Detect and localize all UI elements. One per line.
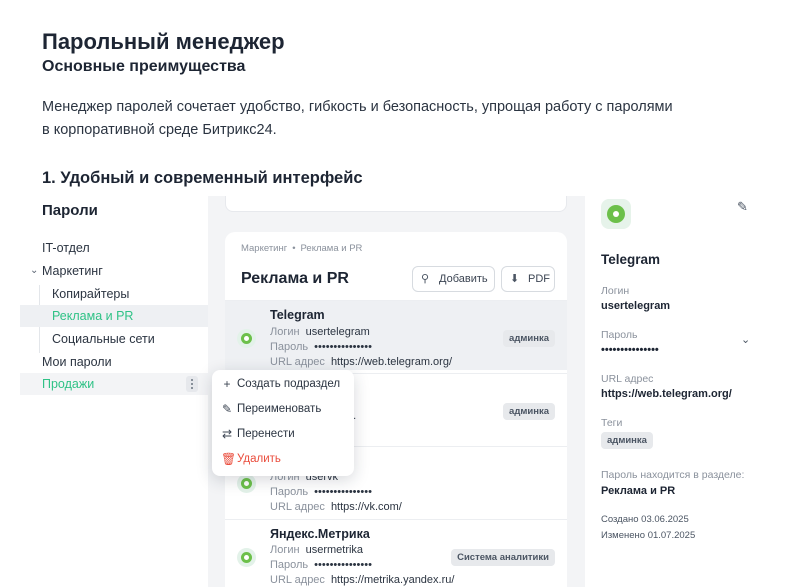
show-password-icon[interactable]: ⌄ [741, 333, 750, 346]
move-icon: ⇄ [221, 427, 233, 441]
details-login[interactable]: usertelegram [601, 300, 670, 312]
sidebar-item-label: Маркетинг [42, 264, 103, 278]
tag-badge: админка [601, 432, 653, 449]
lead-paragraph: Менеджер паролей сочетает удобство, гибк… [42, 99, 673, 138]
key-icon: ⚲ [421, 273, 430, 285]
details-section: Реклама и PR [601, 485, 676, 497]
details-section-label: Пароль находится в разделе: [601, 469, 745, 481]
sidebar-item-social[interactable]: Социальные сети [20, 328, 208, 350]
entry-url-row: URL адрес https://web.telegram.org/ [270, 356, 452, 368]
details-modified: Изменено 01.07.2025 [601, 530, 696, 541]
password-manager-screenshot: Пароли IT-отдел ⌄ Маркетинг Копирайтеры … [20, 196, 772, 587]
entry-login: usermetrika [305, 544, 364, 556]
entry-login-row: Логин usertelegram [270, 326, 370, 338]
password-avatar-icon [237, 548, 256, 567]
menu-item-create-subfolder[interactable]: + Создать подраздел [212, 372, 354, 397]
menu-item-label: Перенести [237, 428, 295, 440]
chevron-down-icon[interactable]: ⌄ [30, 260, 38, 282]
breadcrumb-separator: • [292, 243, 296, 254]
password-avatar-icon [601, 199, 631, 229]
pdf-button[interactable]: ⬇ PDF [501, 266, 555, 292]
pencil-icon: ✎ [221, 402, 233, 416]
sidebar-item-label: Реклама и PR [52, 309, 134, 323]
tag-badge: админка [503, 330, 555, 347]
breadcrumb: Маркетинг • Реклама и PR [241, 243, 362, 254]
download-icon: ⬇ [510, 273, 520, 285]
entry-password-row: Пароль ••••••••••••••• [270, 559, 372, 571]
plus-icon: + [223, 377, 231, 391]
field-label: URL адрес [270, 356, 325, 368]
sidebar-item-label: Мои пароли [42, 355, 112, 369]
add-button-label: Добавить [439, 273, 488, 285]
kebab-menu-icon[interactable] [186, 376, 198, 392]
password-avatar-icon [237, 329, 256, 348]
sidebar-item-label: Социальные сети [52, 332, 155, 346]
details-created: Создано 03.06.2025 [601, 514, 689, 525]
field-label: Логин [270, 544, 300, 556]
entry-url[interactable]: https://metrika.yandex.ru/ [331, 574, 455, 586]
breadcrumb-item[interactable]: Реклама и PR [301, 243, 363, 254]
entry-url[interactable]: https://web.telegram.org/ [331, 356, 452, 368]
sidebar-item-marketing[interactable]: ⌄ Маркетинг [20, 260, 208, 282]
context-menu: + Создать подраздел ✎ Переименовать ⇄ Пе… [212, 370, 354, 476]
field-label: Пароль [270, 486, 309, 498]
breadcrumb-item[interactable]: Маркетинг [241, 243, 287, 254]
menu-item-move[interactable]: ⇄ Перенести [212, 422, 354, 447]
password-entry[interactable]: Telegram Логин usertelegram Пароль •••••••… [225, 300, 567, 370]
entry-url-row: URL адрес https://vk.com/ [270, 501, 402, 513]
sidebar-item-label: Копирайтеры [52, 287, 130, 301]
details-url[interactable]: https://web.telegram.org/ [601, 388, 732, 400]
entry-password-row: Пароль ••••••••••••••• [270, 486, 372, 498]
menu-item-label: Создать подраздел [237, 378, 341, 390]
page-subtitle: Основные преимущества [42, 58, 246, 75]
details-url-label: URL адрес [601, 373, 654, 385]
details-name: Telegram [601, 252, 661, 267]
tag-badge: админка [503, 403, 555, 420]
tag-badge: Система аналитики [451, 549, 555, 566]
entry-login: usertelegram [305, 326, 370, 338]
page-title: Парольный менеджер [42, 29, 285, 54]
entry-password: ••••••••••••••• [314, 486, 372, 498]
sidebar-item-it[interactable]: IT-отдел [20, 237, 208, 259]
add-button[interactable]: ⚲ Добавить [412, 266, 495, 292]
sidebar-item-label: Продажи [42, 377, 95, 391]
password-avatar-icon [237, 474, 256, 493]
entry-password: ••••••••••••••• [314, 559, 372, 571]
pdf-button-label: PDF [528, 273, 550, 285]
trash-icon: 🗑 [221, 452, 237, 466]
entry-password: ••••••••••••••• [314, 341, 372, 353]
field-label: URL адрес [270, 574, 325, 586]
field-label: Пароль [270, 341, 309, 353]
sidebar: Пароли IT-отдел ⌄ Маркетинг Копирайтеры … [20, 196, 208, 587]
entry-url-row: URL адрес https://metrika.yandex.ru/ [270, 574, 454, 586]
details-password[interactable]: ••••••••••••••• [601, 344, 659, 356]
menu-item-label: Удалить [237, 453, 281, 465]
field-label: Логин [270, 326, 300, 338]
entry-url[interactable]: https://vk.com/ [331, 501, 402, 513]
password-entry[interactable]: Яндекс.Метрика Логин usermetrika Пароль ••… [225, 519, 567, 587]
details-panel: ✎ Telegram Логин usertelegram Пароль •••… [585, 196, 772, 587]
search-input[interactable] [225, 196, 567, 212]
entry-login-row: Логин usermetrika [270, 544, 363, 556]
details-login-label: Логин [601, 285, 630, 297]
field-label: Пароль [270, 559, 309, 571]
details-tags-label: Теги [601, 417, 623, 429]
section-heading: 1. Удобный и современный интерфейс [42, 169, 363, 187]
menu-item-rename[interactable]: ✎ Переименовать [212, 397, 354, 422]
details-password-label: Пароль [601, 329, 638, 341]
sidebar-item-label: IT-отдел [42, 241, 90, 255]
sidebar-title: Пароли [42, 202, 98, 219]
sidebar-item-my-passwords[interactable]: Мои пароли [20, 351, 208, 373]
sidebar-item-copywriters[interactable]: Копирайтеры [20, 283, 208, 305]
entry-password-row: Пароль ••••••••••••••• [270, 341, 372, 353]
sidebar-item-sales[interactable]: Продажи [20, 373, 208, 395]
menu-item-label: Переименовать [237, 403, 322, 415]
sidebar-item-ads-pr[interactable]: Реклама и PR [20, 305, 208, 327]
pencil-icon[interactable]: ✎ [737, 199, 748, 215]
field-label: URL адрес [270, 501, 325, 513]
folder-title: Реклама и PR [241, 270, 349, 287]
entry-name: Яндекс.Метрика [270, 527, 370, 541]
entry-name: Telegram [270, 308, 325, 322]
menu-item-delete[interactable]: 🗑 Удалить [212, 447, 354, 472]
